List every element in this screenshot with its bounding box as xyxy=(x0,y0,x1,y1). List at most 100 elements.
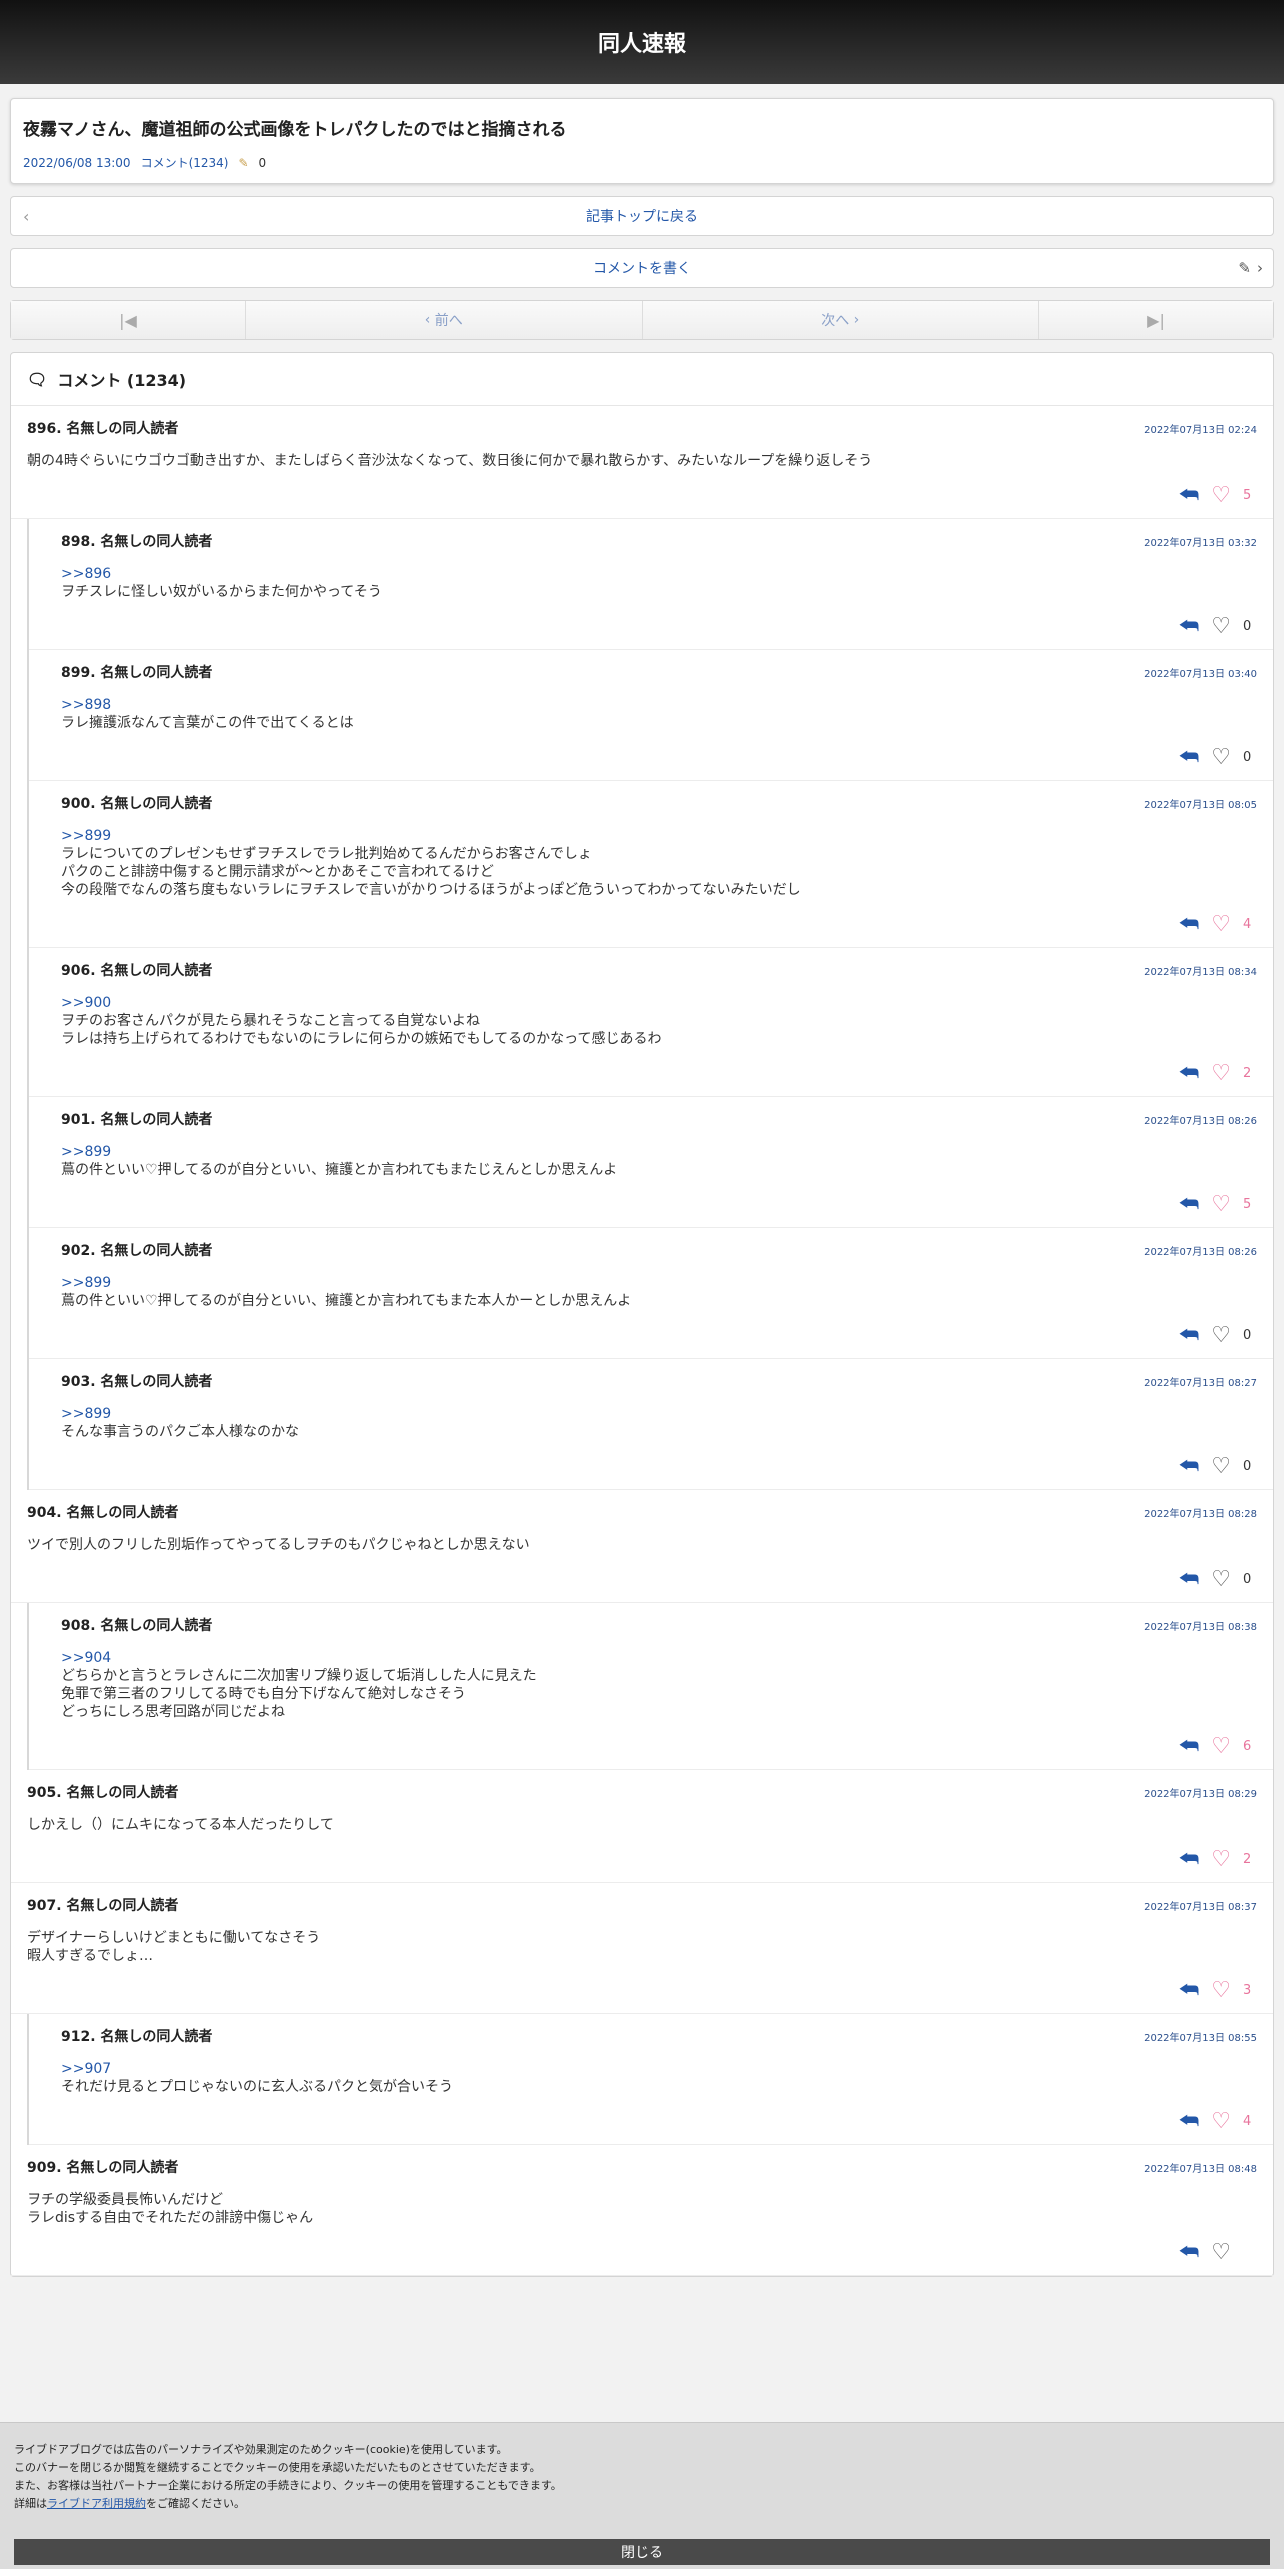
comment-actions: ⮪ ♡ 2 xyxy=(61,1060,1257,1086)
comment-header: 912. 名無しの同人読者 2022年07月13日 08:55 xyxy=(61,2026,1257,2046)
comment-number[interactable]: 907. xyxy=(27,1898,62,1914)
comment-date: 2022年07月13日 08:27 xyxy=(1144,1377,1257,1389)
comment-header: 900. 名無しの同人読者 2022年07月13日 08:05 xyxy=(61,793,1257,813)
comment-header: 899. 名無しの同人読者 2022年07月13日 03:40 xyxy=(61,662,1257,682)
reply-arrow-icon[interactable]: ⮪ xyxy=(1179,1192,1199,1217)
comment-author: 912. 名無しの同人読者 xyxy=(61,2026,212,2046)
write-comment-button[interactable]: コメントを書く ✎ › xyxy=(10,248,1274,288)
comment-number[interactable]: 899. xyxy=(61,665,96,681)
reply-anchor-link[interactable]: >>896 xyxy=(61,565,1257,583)
comment-body: >>896 ヲチスレに怪しい奴がいるからまた何かやってそう xyxy=(61,565,1257,601)
comment-number[interactable]: 901. xyxy=(61,1112,96,1128)
next-page-button[interactable]: 次へ › xyxy=(642,301,1039,339)
comment-header: 909. 名無しの同人読者 2022年07月13日 08:48 xyxy=(27,2157,1257,2177)
comment-date: 2022年07月13日 08:48 xyxy=(1144,2163,1257,2175)
reply-thread: 912. 名無しの同人読者 2022年07月13日 08:55 >>907 それだけ見… xyxy=(27,2014,1273,2145)
reply-anchor-link[interactable]: >>899 xyxy=(61,1274,1257,1292)
heart-icon[interactable]: ♡ xyxy=(1211,1454,1231,1479)
reply-anchor-link[interactable]: >>907 xyxy=(61,2060,1257,2078)
heart-icon[interactable]: ♡ xyxy=(1211,1192,1231,1217)
comment: 899. 名無しの同人読者 2022年07月13日 03:40 >>898 ラレ擁護派… xyxy=(29,650,1273,781)
like-count: 5 xyxy=(1243,487,1252,503)
reply-arrow-icon[interactable]: ⮪ xyxy=(1179,1847,1199,1872)
comment-name: 名無しの同人読者 xyxy=(100,1243,213,1259)
heart-icon[interactable]: ♡ xyxy=(1211,483,1231,508)
like-count: 4 xyxy=(1243,916,1252,932)
chevron-left-icon: ‹ xyxy=(424,312,435,328)
heart-icon[interactable]: ♡ xyxy=(1211,1323,1231,1348)
cookie-line: このバナーを閉じるか閲覧を継続することでクッキーの使用を承認いただいたものとさせ… xyxy=(14,2461,541,2474)
comment-number[interactable]: 906. xyxy=(61,963,96,979)
comment-body: >>899 蔦の件といい♡押してるのが自分といい、擁護とか言われてもまた本人かーと… xyxy=(61,1274,1257,1310)
comment-author: 902. 名無しの同人読者 xyxy=(61,1240,212,1260)
reply-anchor-link[interactable]: >>899 xyxy=(61,1143,1257,1161)
reply-arrow-icon[interactable]: ⮪ xyxy=(1179,614,1199,639)
comment-body: ツイで別人のフリした別垢作ってやってるしヲチのもパクじゃねとしか思えない xyxy=(27,1536,1257,1554)
back-to-top-button[interactable]: ‹ 記事トップに戻る xyxy=(10,196,1274,236)
next-page-label: 次へ xyxy=(821,313,850,329)
comment: 903. 名無しの同人読者 2022年07月13日 08:27 >>899 そんな事言… xyxy=(29,1359,1273,1490)
comment-count-link[interactable]: コメント(1234) xyxy=(141,154,229,171)
comment: 907. 名無しの同人読者 2022年07月13日 08:37 デザイナーらしいけど… xyxy=(11,1883,1273,2014)
heart-icon[interactable]: ♡ xyxy=(1211,1847,1231,1872)
heart-icon[interactable]: ♡ xyxy=(1211,2109,1231,2134)
reply-arrow-icon[interactable]: ⮪ xyxy=(1179,1454,1199,1479)
reply-arrow-icon[interactable]: ⮪ xyxy=(1179,483,1199,508)
heart-icon[interactable]: ♡ xyxy=(1211,745,1231,770)
terms-link[interactable]: ライブドア利用規約 xyxy=(47,2497,146,2510)
heart-icon[interactable]: ♡ xyxy=(1211,614,1231,639)
cookie-close-button[interactable]: 閉じる xyxy=(14,2539,1270,2565)
comment-name: 名無しの同人読者 xyxy=(100,1618,213,1634)
comment-number[interactable]: 905. xyxy=(27,1785,62,1801)
like-count: 0 xyxy=(1243,1327,1252,1343)
reply-arrow-icon[interactable]: ⮪ xyxy=(1179,1734,1199,1759)
comment-author: 909. 名無しの同人読者 xyxy=(27,2157,178,2177)
reply-arrow-icon[interactable]: ⮪ xyxy=(1179,2109,1199,2134)
reply-arrow-icon[interactable]: ⮪ xyxy=(1179,1978,1199,2003)
comment-author: 907. 名無しの同人読者 xyxy=(27,1895,178,1915)
comment-number[interactable]: 903. xyxy=(61,1374,96,1390)
comment-text: 朝の4時ぐらいにウゴウゴ動き出すか、またしばらく音沙汰なくなって、数日後に何かで… xyxy=(27,453,873,469)
reply-anchor-link[interactable]: >>898 xyxy=(61,696,1257,714)
comments-header: 🗨 コメント (1234) xyxy=(11,353,1273,406)
reply-arrow-icon[interactable]: ⮪ xyxy=(1179,1323,1199,1348)
comment-actions: ⮪ ♡ 0 xyxy=(61,613,1257,639)
heart-icon[interactable]: ♡ xyxy=(1211,1734,1231,1759)
prev-page-button[interactable]: ‹ 前へ xyxy=(246,301,643,339)
reply-arrow-icon[interactable]: ⮪ xyxy=(1179,2240,1199,2265)
comment-name: 名無しの同人読者 xyxy=(66,421,179,437)
comment-number[interactable]: 909. xyxy=(27,2160,62,2176)
like-count: 4 xyxy=(1243,2113,1252,2129)
heart-icon[interactable]: ♡ xyxy=(1211,1061,1231,1086)
reply-anchor-link[interactable]: >>899 xyxy=(61,1405,1257,1423)
first-page-button[interactable]: |◀ xyxy=(11,301,246,339)
comment-body: ヲチの学級委員長怖いんだけど ラレdisする自由でそれただの誹謗中傷じゃん xyxy=(27,2191,1257,2227)
comment-date: 2022年07月13日 08:29 xyxy=(1144,1788,1257,1800)
reply-arrow-icon[interactable]: ⮪ xyxy=(1179,1567,1199,1592)
last-page-button[interactable]: ▶| xyxy=(1039,301,1273,339)
reply-arrow-icon[interactable]: ⮪ xyxy=(1179,912,1199,937)
like-count: 3 xyxy=(1243,1982,1252,1998)
like-count: 0 xyxy=(1243,618,1252,634)
comment-number[interactable]: 904. xyxy=(27,1505,62,1521)
reply-thread: 898. 名無しの同人読者 2022年07月13日 03:32 >>896 ヲチスレに… xyxy=(27,519,1273,1490)
comment-body: しかえし（）にムキになってる本人だったりして xyxy=(27,1816,1257,1834)
heart-icon[interactable]: ♡ xyxy=(1211,1567,1231,1592)
reply-arrow-icon[interactable]: ⮪ xyxy=(1179,745,1199,770)
reply-anchor-link[interactable]: >>900 xyxy=(61,994,1257,1012)
comment-author: 905. 名無しの同人読者 xyxy=(27,1782,178,1802)
heart-icon[interactable]: ♡ xyxy=(1211,1978,1231,2003)
heart-icon[interactable]: ♡ xyxy=(1211,2240,1231,2265)
comment-number[interactable]: 896. xyxy=(27,421,62,437)
comment-author: 906. 名無しの同人読者 xyxy=(61,960,212,980)
reply-anchor-link[interactable]: >>899 xyxy=(61,827,1257,845)
comment-number[interactable]: 912. xyxy=(61,2029,96,2045)
comment-number[interactable]: 900. xyxy=(61,796,96,812)
comment-number[interactable]: 908. xyxy=(61,1618,96,1634)
site-title[interactable]: 同人速報 xyxy=(598,26,686,58)
comment-number[interactable]: 898. xyxy=(61,534,96,550)
comment-number[interactable]: 902. xyxy=(61,1243,96,1259)
heart-icon[interactable]: ♡ xyxy=(1211,912,1231,937)
reply-arrow-icon[interactable]: ⮪ xyxy=(1179,1061,1199,1086)
reply-anchor-link[interactable]: >>904 xyxy=(61,1649,1257,1667)
